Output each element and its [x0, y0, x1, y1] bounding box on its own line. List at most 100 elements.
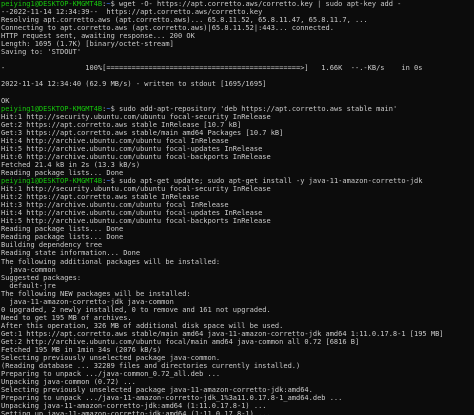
output-text: Hit:4 http://archive.ubuntu.com/ubuntu f… — [1, 209, 263, 218]
command-text: sudo add-apt-repository 'deb https://apt… — [114, 104, 398, 113]
output-text: Selecting previously unselected package … — [1, 354, 221, 363]
output-text: Hit:2 https://apt.corretto.aws stable In… — [1, 193, 200, 202]
output-line: Preparing to unpack .../java-common_0.72… — [1, 370, 474, 378]
output-line: default-jre — [1, 282, 474, 290]
output-text: Get:1 https://apt.corretto.aws stable/ma… — [1, 329, 444, 338]
output-text: Reading package lists... Done — [1, 168, 124, 177]
output-text: 0 upgraded, 2 newly installed, 0 to remo… — [1, 305, 271, 314]
output-text: After this operation, 326 MB of addition… — [1, 321, 284, 330]
output-line: (Reading database ... 32289 files and di… — [1, 362, 474, 370]
output-line: Reading state information... Done — [1, 249, 474, 257]
output-text: Reading package lists... Done — [1, 225, 124, 234]
output-line: Unpacking java-11-amazon-corretto-jdk:am… — [1, 402, 474, 410]
output-text: Fetched 21.4 kB in 2s (13.3 kB/s) — [1, 160, 141, 169]
output-line: Connecting to apt.corretto.aws (apt.corr… — [1, 24, 474, 32]
output-line: The following NEW packages will be insta… — [1, 290, 474, 298]
output-line: Get:1 https://apt.corretto.aws stable/ma… — [1, 330, 474, 338]
output-line: Hit:1 http://security.ubuntu.com/ubuntu … — [1, 185, 474, 193]
output-text: Need to get 195 MB of archives. — [1, 313, 132, 322]
output-line: OK — [1, 97, 474, 105]
command-text: sudo apt-get update; sudo apt-get instal… — [114, 177, 423, 186]
output-text: Suggested packages: — [1, 273, 82, 282]
output-line: Hit:4 http://archive.ubuntu.com/ubuntu f… — [1, 137, 474, 145]
output-text: The following NEW packages will be insta… — [1, 289, 191, 298]
output-line: Preparing to unpack .../java-11-amazon-c… — [1, 394, 474, 402]
output-line: Building dependency tree — [1, 241, 474, 249]
output-line: Length: 1695 (1.7K) [binary/octet-stream… — [1, 40, 474, 48]
output-line: 0 upgraded, 2 newly installed, 0 to remo… — [1, 306, 474, 314]
output-line: Hit:6 http://archive.ubuntu.com/ubuntu f… — [1, 153, 474, 161]
output-text: java-common — [1, 265, 56, 274]
prompt-line: peiying1@DESKTOP-KMGMT4B:~$ sudo add-apt… — [1, 105, 474, 113]
output-text: Reading state information... Done — [1, 249, 141, 258]
output-text: Resolving apt.corretto.aws (apt.corretto… — [1, 16, 368, 25]
output-text: Building dependency tree — [1, 241, 103, 250]
prompt-line: peiying1@DESKTOP-KMGMT4B:~$ sudo apt-get… — [1, 177, 474, 185]
output-line: Saving to: 'STDOUT' — [1, 48, 474, 56]
output-line: Unpacking java-common (0.72) ... — [1, 378, 474, 386]
output-line: Hit:4 http://archive.ubuntu.com/ubuntu f… — [1, 209, 474, 217]
output-text: Hit:6 http://archive.ubuntu.com/ubuntu f… — [1, 152, 271, 161]
output-line: Reading package lists... Done — [1, 225, 474, 233]
output-line: Reading package lists... Done — [1, 233, 474, 241]
output-text: Reading package lists... Done — [1, 233, 124, 242]
output-text: 2022-11-14 12:34:40 (62.9 MB/s) - writte… — [1, 80, 267, 89]
output-text: (Reading database ... 32289 files and di… — [1, 362, 301, 371]
output-line: java-common — [1, 266, 474, 274]
output-text: Fetched 195 MB in 1min 34s (2076 kB/s) — [1, 346, 162, 355]
output-line: Selecting previously unselected package … — [1, 354, 474, 362]
output-line: Hit:1 http://security.ubuntu.com/ubuntu … — [1, 113, 474, 121]
output-line: Hit:5 http://archive.ubuntu.com/ubuntu f… — [1, 145, 474, 153]
output-line: Hit:2 https://apt.corretto.aws stable In… — [1, 193, 474, 201]
prompt-user-host: peiying1@DESKTOP-KMGMT4B — [1, 0, 103, 8]
output-line: Suggested packages: — [1, 274, 474, 282]
output-line: Hit:3 http://archive.ubuntu.com/ubuntu f… — [1, 201, 474, 209]
output-text: Hit:4 http://archive.ubuntu.com/ubuntu f… — [1, 136, 229, 145]
output-line: After this operation, 326 MB of addition… — [1, 322, 474, 330]
output-line: Setting up java-11-amazon-corretto-jdk:a… — [1, 410, 474, 415]
command-text: wget -O- https://apt.corretto.aws/corret… — [114, 0, 402, 8]
output-text: Preparing to unpack .../java-common_0.72… — [1, 370, 221, 379]
output-text: OK — [1, 96, 10, 105]
output-text: Get:2 http://archive.ubuntu.com/ubuntu f… — [1, 337, 360, 346]
output-line: Need to get 195 MB of archives. — [1, 314, 474, 322]
output-text: Hit:1 http://security.ubuntu.com/ubuntu … — [1, 112, 271, 121]
output-line: Get:3 https://apt.corretto.aws stable/ma… — [1, 129, 474, 137]
output-line: Selecting previously unselected package … — [1, 386, 474, 394]
output-line: Reading package lists... Done — [1, 169, 474, 177]
output-line: Fetched 21.4 kB in 2s (13.3 kB/s) — [1, 161, 474, 169]
output-line: 2022-11-14 12:34:40 (62.9 MB/s) - writte… — [1, 80, 474, 88]
output-text: Hit:1 http://security.ubuntu.com/ubuntu … — [1, 185, 271, 194]
output-text: Unpacking java-11-amazon-corretto-jdk:am… — [1, 402, 267, 411]
output-text: Hit:5 http://archive.ubuntu.com/ubuntu f… — [1, 217, 271, 226]
output-line: HTTP request sent, awaiting response... … — [1, 32, 474, 40]
output-text: Setting up java-11-amazon-corretto-jdk:a… — [1, 410, 271, 415]
prompt-user-host: peiying1@DESKTOP-KMGMT4B — [1, 177, 103, 186]
output-line: Fetched 195 MB in 1min 34s (2076 kB/s) — [1, 346, 474, 354]
output-line: --2022-11-14 12:34:39-- https://apt.corr… — [1, 8, 474, 16]
output-line: Hit:5 http://archive.ubuntu.com/ubuntu f… — [1, 217, 474, 225]
output-text: --2022-11-14 12:34:39-- https://apt.corr… — [1, 8, 263, 17]
output-text: Unpacking java-common (0.72) ... — [1, 378, 136, 387]
prompt-user-host: peiying1@DESKTOP-KMGMT4B — [1, 104, 103, 113]
output-text: Preparing to unpack .../java-11-amazon-c… — [1, 394, 343, 403]
output-text: Connecting to apt.corretto.aws (apt.corr… — [1, 24, 334, 33]
output-text: Saving to: 'STDOUT' — [1, 48, 82, 57]
output-text: Hit:5 http://archive.ubuntu.com/ubuntu f… — [1, 144, 263, 153]
output-line: Resolving apt.corretto.aws (apt.corretto… — [1, 16, 474, 24]
output-text: java-11-amazon-corretto-jdk java-common — [1, 297, 174, 306]
output-line: The following additional packages will b… — [1, 258, 474, 266]
output-line: Get:2 http://archive.ubuntu.com/ubuntu f… — [1, 338, 474, 346]
output-text: Length: 1695 (1.7K) [binary/octet-stream… — [1, 40, 174, 49]
output-text: Get:3 https://apt.corretto.aws stable/ma… — [1, 128, 284, 137]
output-text: Hit:3 http://archive.ubuntu.com/ubuntu f… — [1, 201, 229, 210]
output-line: java-11-amazon-corretto-jdk java-common — [1, 298, 474, 306]
output-text: default-jre — [1, 281, 56, 290]
terminal-window[interactable]: peiying1@DESKTOP-KMGMT4B:~$ wget -O- htt… — [0, 0, 474, 415]
output-text: The following additional packages will b… — [1, 257, 221, 266]
output-text: HTTP request sent, awaiting response... … — [1, 32, 195, 41]
prompt-line: peiying1@DESKTOP-KMGMT4B:~$ wget -O- htt… — [1, 0, 474, 8]
